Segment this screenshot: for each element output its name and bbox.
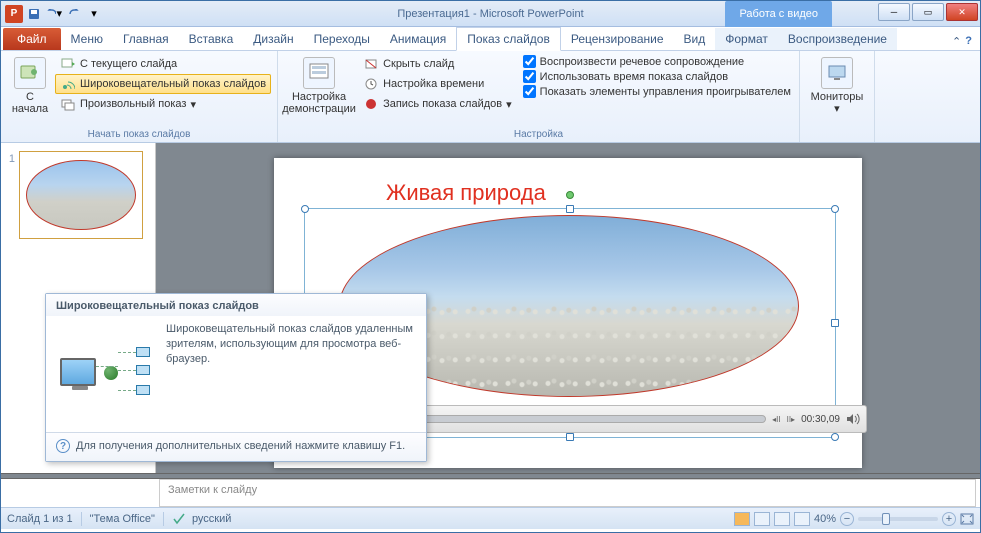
tab-insert[interactable]: Вставка (179, 28, 244, 50)
tab-transitions[interactable]: Переходы (304, 28, 380, 50)
workspace: 1 Живая природа (1, 143, 980, 473)
quick-access-toolbar: P ▾ ▾ (1, 5, 107, 23)
step-back-icon[interactable]: ◂II (772, 415, 780, 424)
dropdown-icon: ▾ (190, 98, 196, 111)
context-tab-video: Работа с видео (725, 1, 832, 27)
tab-home[interactable]: Главная (113, 28, 179, 50)
resize-handle[interactable] (566, 433, 574, 441)
notes-pane[interactable]: Заметки к слайду (159, 479, 976, 507)
setup-slideshow-button[interactable]: Настройка демонстрации (284, 54, 354, 118)
zoom-in-button[interactable]: + (942, 512, 956, 526)
from-beginning-label: С начала (10, 91, 50, 115)
close-button[interactable]: ✕ (946, 3, 978, 21)
step-fwd-icon[interactable]: II▸ (787, 415, 795, 424)
resize-handle[interactable] (831, 433, 839, 441)
tab-design[interactable]: Дизайн (243, 28, 303, 50)
tab-slideshow[interactable]: Показ слайдов (456, 27, 561, 51)
broadcast-button[interactable]: Широковещательный показ слайдов (55, 74, 271, 94)
tooltip-title: Широковещательный показ слайдов (46, 294, 426, 316)
zoom-label: 40% (814, 513, 836, 525)
app-icon[interactable]: P (5, 5, 23, 23)
resize-handle[interactable] (831, 205, 839, 213)
save-icon[interactable] (25, 5, 43, 23)
group-setup: Настройка демонстрации Скрыть слайд Наст… (278, 51, 800, 142)
record-button[interactable]: Запись показа слайдов▾ (358, 94, 517, 114)
zoom-handle[interactable] (882, 513, 890, 525)
setup-icon (303, 57, 335, 89)
resize-handle[interactable] (566, 205, 574, 213)
tooltip-panel: Широковещательный показ слайдов Широкове… (45, 293, 427, 462)
record-icon (363, 96, 379, 112)
group-monitors: Мониторы ▾ (800, 51, 875, 142)
view-sorter-button[interactable] (754, 512, 770, 526)
status-slide-count: Слайд 1 из 1 (7, 513, 73, 525)
fit-window-button[interactable] (960, 513, 974, 525)
tab-video-playback[interactable]: Воспроизведение (778, 28, 897, 50)
slide-title[interactable]: Живая природа (386, 180, 546, 206)
group-start-slideshow: С начала С текущего слайда Широковещател… (1, 51, 278, 142)
resize-handle[interactable] (301, 205, 309, 213)
thumb-number: 1 (5, 151, 15, 239)
projector-icon (14, 57, 46, 89)
slide-thumbnail-1[interactable] (19, 151, 143, 239)
media-controls-checkbox[interactable]: Показать элементы управления проигрывате… (521, 84, 793, 99)
zoom-slider[interactable] (858, 517, 938, 521)
tab-menu[interactable]: Меню (61, 28, 113, 50)
help-icon[interactable]: ? (965, 35, 972, 48)
minimize-button[interactable]: ─ (878, 3, 910, 21)
tab-video-format[interactable]: Формат (715, 28, 778, 50)
custom-show-icon (60, 96, 76, 112)
resize-handle[interactable] (831, 319, 839, 327)
hide-slide-button[interactable]: Скрыть слайд (358, 54, 517, 74)
maximize-button[interactable]: ▭ (912, 3, 944, 21)
tab-view[interactable]: Вид (674, 28, 716, 50)
window-controls: ─ ▭ ✕ (876, 1, 980, 23)
ribbon-minimize-icon[interactable]: ⌃ (952, 35, 961, 48)
from-current-button[interactable]: С текущего слайда (55, 54, 271, 74)
dropdown-icon: ▾ (834, 103, 840, 115)
view-slideshow-button[interactable] (794, 512, 810, 526)
qat-customize-icon[interactable]: ▾ (85, 5, 103, 23)
monitor-icon (821, 57, 853, 89)
help-icon: ? (56, 439, 70, 453)
window-title: Презентация1 - Microsoft PowerPoint (1, 8, 980, 20)
rehearse-button[interactable]: Настройка времени (358, 74, 517, 94)
tab-review[interactable]: Рецензирование (561, 28, 674, 50)
group-setup-label: Настройка (284, 127, 793, 140)
status-theme: "Тема Office" (90, 513, 155, 525)
ribbon: С начала С текущего слайда Широковещател… (1, 51, 980, 143)
from-beginning-button[interactable]: С начала (7, 54, 53, 118)
view-normal-button[interactable] (734, 512, 750, 526)
timings-checkbox[interactable]: Использовать время показа слайдов (521, 69, 793, 84)
status-language[interactable]: русский (192, 513, 231, 525)
ribbon-tabs: Файл Меню Главная Вставка Дизайн Переход… (1, 27, 980, 51)
hide-slide-icon (363, 56, 379, 72)
slide-play-icon (60, 56, 76, 72)
tooltip-diagram (56, 322, 156, 422)
narration-checkbox[interactable]: Воспроизвести речевое сопровождение (521, 54, 793, 69)
broadcast-icon (60, 76, 76, 92)
monitors-label: Мониторы (811, 91, 864, 103)
undo-icon[interactable]: ▾ (45, 5, 63, 23)
tab-animation[interactable]: Анимация (380, 28, 456, 50)
custom-show-button[interactable]: Произвольный показ ▾ (55, 94, 271, 114)
media-time: 00:30,09 (801, 414, 840, 425)
setup-label: Настройка демонстрации (282, 91, 356, 115)
tab-file[interactable]: Файл (3, 28, 61, 50)
status-bar: Слайд 1 из 1 "Тема Office" русский 40% −… (1, 507, 980, 529)
clock-icon (363, 76, 379, 92)
tooltip-footer: ? Для получения дополнительных сведений … (46, 432, 426, 461)
dropdown-icon: ▾ (506, 98, 512, 111)
rotate-handle[interactable] (566, 191, 574, 199)
group-start-label: Начать показ слайдов (7, 127, 271, 140)
monitors-button[interactable]: Мониторы ▾ (806, 54, 868, 118)
title-bar: P ▾ ▾ Презентация1 - Microsoft PowerPoin… (1, 1, 980, 27)
volume-icon[interactable] (846, 413, 860, 425)
spellcheck-icon[interactable] (172, 513, 186, 525)
redo-icon[interactable] (65, 5, 83, 23)
tooltip-description: Широковещательный показ слайдов удаленны… (166, 322, 416, 422)
zoom-out-button[interactable]: − (840, 512, 854, 526)
view-reading-button[interactable] (774, 512, 790, 526)
